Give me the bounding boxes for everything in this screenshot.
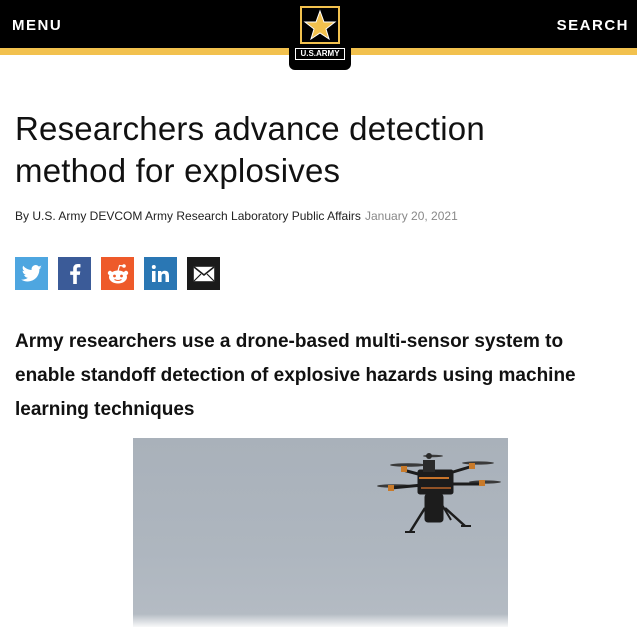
bottom-fade xyxy=(0,614,637,627)
facebook-icon xyxy=(69,263,80,284)
linkedin-share-button[interactable] xyxy=(144,257,177,290)
email-icon xyxy=(193,265,214,281)
search-button[interactable]: SEARCH xyxy=(557,17,629,34)
twitter-icon xyxy=(20,264,42,281)
logo-wordmark: U.S.ARMY xyxy=(295,48,345,60)
email-share-button[interactable] xyxy=(187,257,220,290)
article-title: Researchers advance detection method for… xyxy=(15,110,485,189)
army-logo[interactable]: U.S.ARMY xyxy=(289,0,351,70)
article-date: January 20, 2021 xyxy=(365,209,458,223)
reddit-share-button[interactable] xyxy=(101,257,134,290)
article-deck: Army researchers use a drone-based multi… xyxy=(15,331,576,420)
article-photo xyxy=(133,438,508,627)
star-icon xyxy=(300,6,340,44)
reddit-icon xyxy=(107,263,128,283)
linkedin-icon xyxy=(151,264,169,282)
drone-image xyxy=(377,453,501,533)
article-byline: By U.S. Army DEVCOM Army Research Labora… xyxy=(15,209,361,223)
twitter-share-button[interactable] xyxy=(15,257,48,290)
menu-button[interactable]: MENU xyxy=(12,17,62,34)
facebook-share-button[interactable] xyxy=(58,257,91,290)
